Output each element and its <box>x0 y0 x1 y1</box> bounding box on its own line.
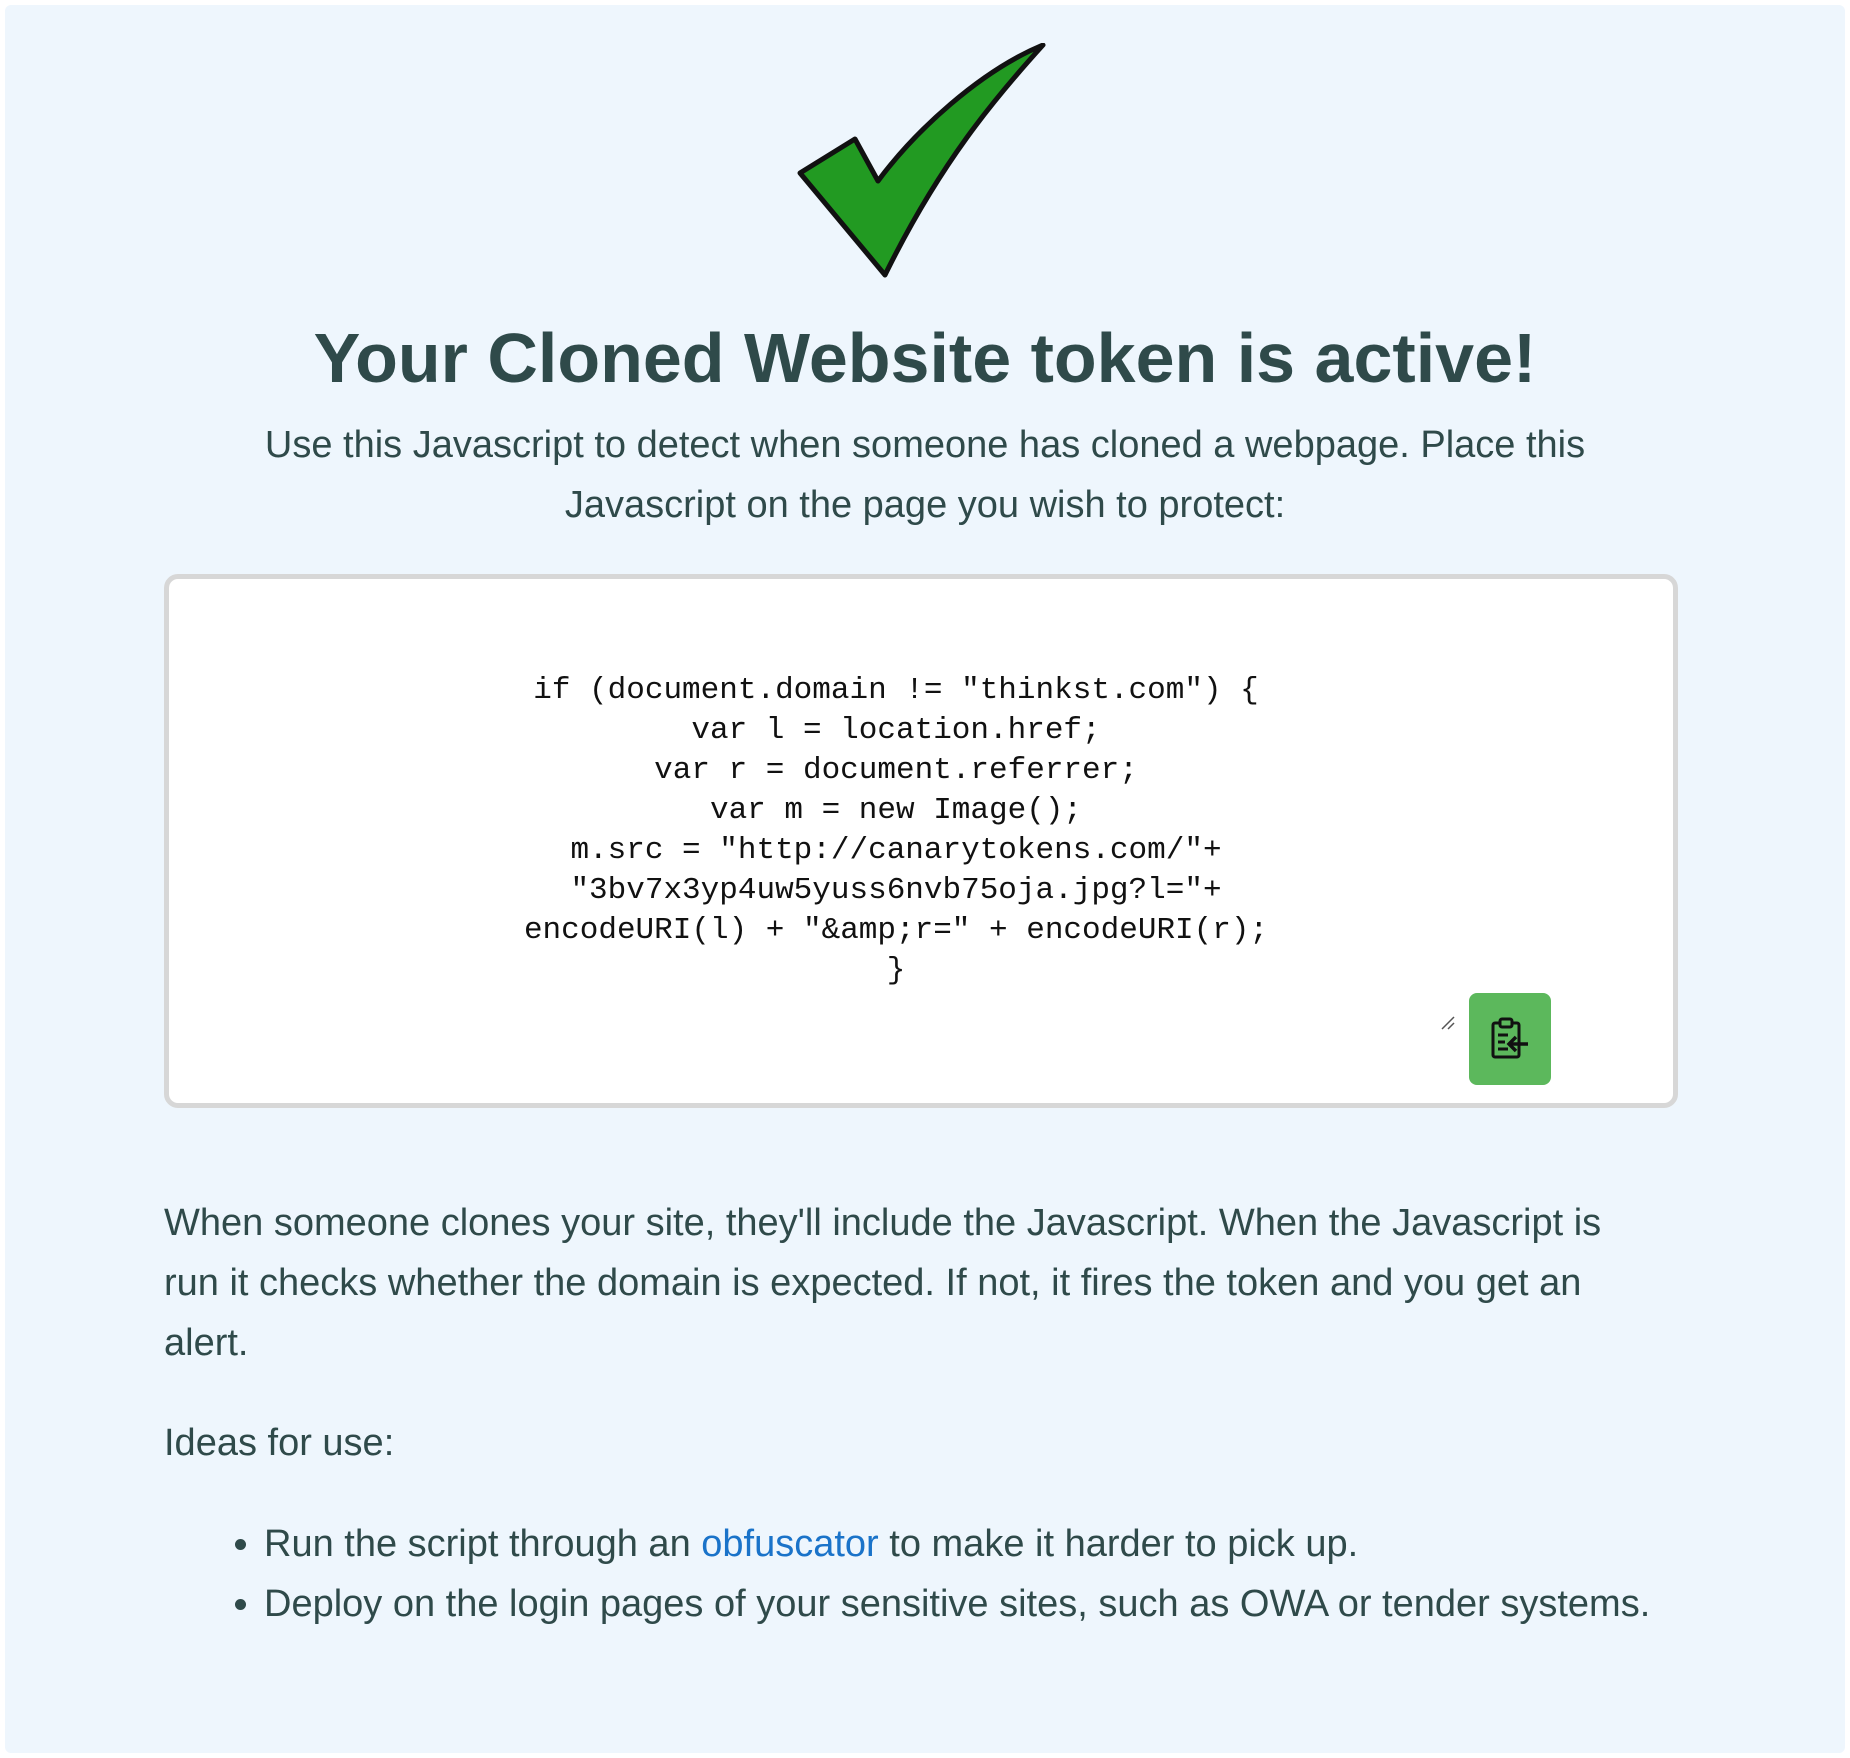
copy-to-clipboard-button[interactable] <box>1469 993 1551 1085</box>
list-item: Run the script through an obfuscator to … <box>264 1514 1650 1574</box>
description-text: When someone clones your site, they'll i… <box>164 1202 1602 1364</box>
ideas-label: Ideas for use: <box>164 1422 395 1464</box>
ideas-list: Run the script through an obfuscator to … <box>164 1514 1650 1634</box>
list-item: Deploy on the login pages of your sensit… <box>264 1574 1650 1634</box>
page-subtitle: Use this Javascript to detect when someo… <box>264 424 1586 526</box>
javascript-code[interactable]: if (document.domain != "thinkst.com") { … <box>169 671 1623 991</box>
obfuscator-link[interactable]: obfuscator <box>701 1523 878 1565</box>
resize-handle-icon[interactable] <box>1439 1014 1457 1032</box>
page-title: Your Cloned Website token is active! <box>313 319 1537 397</box>
code-textarea[interactable]: if (document.domain != "thinkst.com") { … <box>164 574 1678 1108</box>
clipboard-copy-icon <box>1491 1017 1528 1059</box>
checkmark-icon <box>797 43 1046 278</box>
